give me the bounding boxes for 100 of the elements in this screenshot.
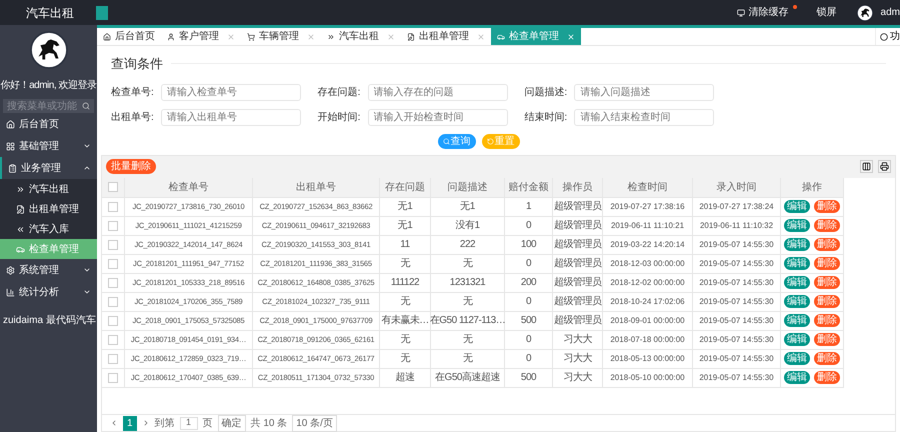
delete-button[interactable]: 删除	[814, 219, 840, 232]
submenu-item[interactable]: 出租单管理	[0, 199, 97, 219]
circle-icon	[880, 32, 888, 40]
text-field[interactable]: 请输入检查单号	[161, 84, 301, 100]
table-cell: 2018-10-24 17:02:06	[610, 296, 685, 308]
settings-icon	[6, 266, 15, 274]
page-tab[interactable]: 出租单管理	[401, 28, 491, 45]
table-cell-text: 111122	[390, 276, 420, 290]
sidebar-item[interactable]: 后台首页	[0, 113, 97, 135]
page-tab[interactable]: 检查单管理	[491, 28, 581, 45]
table-cell-text: 习大大	[563, 352, 592, 366]
table-cell: 2019-05-07 14:55:30	[699, 334, 774, 346]
clear-cache-button[interactable]: 清除缓存	[736, 5, 797, 20]
delete-button[interactable]: 删除	[814, 295, 840, 308]
table-cell-text: 无	[462, 352, 472, 366]
close-icon[interactable]	[227, 32, 235, 40]
text-field[interactable]: 请输入开始检查时间	[368, 108, 508, 126]
edit-button[interactable]: 编辑	[784, 257, 810, 270]
car-icon	[16, 244, 25, 254]
row-checkbox[interactable]	[108, 220, 118, 230]
sidebar-item[interactable]: 统计分析	[0, 281, 97, 303]
row-checkbox[interactable]	[108, 316, 118, 326]
previous-page-icon[interactable]	[110, 419, 118, 427]
lock-screen-button[interactable]: 锁屏	[816, 5, 837, 20]
table-cell-text: 0	[526, 257, 532, 271]
column-header: 检查时间	[628, 180, 668, 194]
row-checkbox[interactable]	[108, 334, 118, 344]
text-field[interactable]: 请输入结束检查时间	[574, 108, 714, 126]
row-checkbox[interactable]	[108, 296, 118, 306]
delete-button[interactable]: 删除	[814, 276, 840, 289]
page-size-select[interactable]: 10 条/页	[292, 414, 337, 432]
search-icon	[442, 138, 450, 144]
edit-button[interactable]: 编辑	[784, 371, 810, 384]
delete-button[interactable]: 删除	[814, 200, 840, 213]
delete-button[interactable]: 删除	[814, 238, 840, 251]
submenu-item[interactable]: 检查单管理	[0, 239, 97, 259]
edit-button[interactable]: 编辑	[784, 314, 810, 327]
header-checkbox[interactable]	[108, 182, 118, 192]
page-unit: 页	[202, 416, 213, 430]
text-field[interactable]: 请输入出租单号	[161, 108, 301, 126]
sidebar-item[interactable]: 系统管理	[0, 259, 97, 281]
edit-button[interactable]: 编辑	[784, 200, 810, 213]
row-checkbox[interactable]	[108, 278, 118, 288]
batch-delete-button[interactable]: 批量删除	[106, 159, 156, 174]
double-chevron-icon	[327, 32, 335, 40]
table-cell-text: 0	[526, 295, 532, 309]
menu-search-field[interactable]: 搜索菜单或功能	[3, 99, 94, 113]
page-button[interactable]: 1	[123, 416, 137, 430]
caret-down-icon	[83, 266, 91, 274]
row-checkbox[interactable]	[108, 354, 118, 364]
delete-button[interactable]: 删除	[814, 352, 840, 365]
table-cell-text: 无1	[398, 219, 412, 233]
row-checkbox[interactable]	[108, 240, 118, 250]
table-cell: 2018-12-02 00:00:00	[610, 276, 685, 288]
delete-button[interactable]: 删除	[814, 257, 840, 270]
close-icon[interactable]	[387, 32, 395, 40]
user-name[interactable]: adm	[880, 5, 900, 20]
row-checkbox[interactable]	[108, 372, 118, 382]
confirm-button[interactable]: 确定	[218, 414, 246, 432]
sidebar-toggle[interactable]	[96, 6, 108, 20]
user-icon	[167, 32, 175, 40]
page-tab[interactable]: 车辆管理	[241, 28, 321, 45]
text-field[interactable]: 请输入问题描述	[574, 84, 714, 100]
edit-button[interactable]: 编辑	[784, 352, 810, 365]
row-checkbox[interactable]	[108, 202, 118, 212]
sidebar-item[interactable]: 基础管理	[0, 135, 97, 157]
print-button[interactable]	[878, 160, 891, 173]
table-cell-text: 没有1	[455, 219, 480, 233]
edit-button[interactable]: 编辑	[784, 238, 810, 251]
close-icon[interactable]	[477, 32, 485, 40]
row-checkbox[interactable]	[108, 258, 118, 268]
table-cell-text: 无1	[460, 200, 475, 214]
table-cell: 2019-05-07 14:55:30	[699, 238, 774, 250]
delete-button[interactable]: 删除	[814, 314, 840, 327]
columns-button[interactable]	[860, 160, 873, 173]
page-tab[interactable]: 客户管理	[161, 28, 241, 45]
table-cell-text: 100	[520, 238, 536, 252]
table-cell-text: 0	[526, 352, 532, 366]
edit-button[interactable]: 编辑	[784, 219, 810, 232]
submenu-item[interactable]: 汽车出租	[0, 179, 97, 199]
edit-button[interactable]: 编辑	[784, 333, 810, 346]
edit-button[interactable]: 编辑	[784, 276, 810, 289]
delete-button[interactable]: 删除	[814, 333, 840, 346]
page-tab[interactable]: 后台首页	[97, 28, 161, 45]
search-button[interactable]: 查询	[438, 134, 476, 148]
brand-title: 汽车出租	[26, 4, 74, 22]
field-label: 存在问题:	[318, 86, 362, 100]
edit-icon	[16, 204, 25, 214]
page-tab[interactable]: 汽车出租	[321, 28, 401, 45]
text-field[interactable]: 请输入存在的问题	[368, 84, 508, 100]
table-cell: 2019-05-07 14:55:30	[699, 258, 774, 270]
delete-button[interactable]: 删除	[814, 371, 840, 384]
tab-menu-button[interactable]: 功	[875, 28, 900, 45]
column-header: 赔付金额	[508, 180, 548, 194]
submenu-item[interactable]: 汽车入库	[0, 219, 97, 239]
column-header: 操作员	[562, 180, 592, 194]
close-icon[interactable]	[307, 32, 315, 40]
table-cell-text: 无	[400, 333, 410, 347]
edit-button[interactable]: 编辑	[784, 295, 810, 308]
page-field[interactable]: 1	[180, 416, 198, 430]
